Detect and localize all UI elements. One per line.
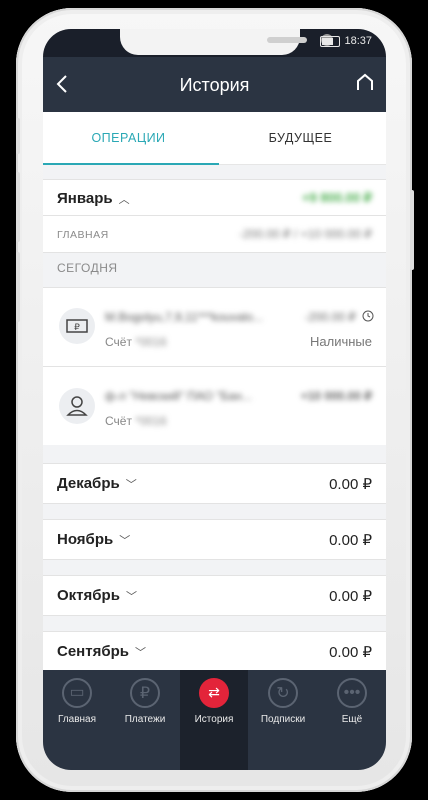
- page-title: История: [179, 75, 250, 95]
- nav-label: История: [194, 714, 234, 725]
- status-time: 18:37: [344, 35, 372, 47]
- tab-bar: ОПЕРАЦИИ БУДУЩЕЕ: [43, 112, 386, 165]
- transaction-account: Счёт *0016: [105, 414, 167, 428]
- volume-button: [16, 172, 20, 242]
- nav-subscriptions[interactable]: ↻ Подписки: [249, 670, 317, 770]
- home-button[interactable]: [356, 73, 374, 91]
- tab-future[interactable]: БУДУЩЕЕ: [215, 112, 386, 164]
- month-amount: 0.00 ₽: [329, 476, 372, 493]
- nav-history[interactable]: ⇄ История: [180, 670, 248, 770]
- clock-icon: [362, 310, 374, 322]
- month-amount: 0.00 ₽: [329, 588, 372, 605]
- section-today: СЕГОДНЯ: [43, 252, 386, 287]
- nav-label: Платежи: [124, 714, 166, 725]
- nav-payments[interactable]: ₽ Платежи: [111, 670, 179, 770]
- status-bar: 18:37: [43, 29, 386, 57]
- status-indicators: 18:37: [320, 35, 372, 47]
- power-button: [410, 190, 414, 270]
- month-total: +9 800.00 ₽: [301, 190, 372, 205]
- transaction-row[interactable]: ₽ M.Bogolyu,7,9,11***kouvalo... Счёт *00…: [43, 287, 386, 366]
- transaction-category: Наличные: [310, 334, 372, 349]
- month-amount: 0.00 ₽: [329, 532, 372, 549]
- screen: 18:37 История ОПЕРАЦИИ БУДУЩЕЕ Январь ︿ +…: [43, 29, 386, 770]
- transaction-amount: +10 000.00 ₽: [300, 389, 372, 403]
- person-icon: [59, 388, 95, 424]
- month-row-october[interactable]: Октябрь ﹀ 0.00 ₽: [43, 575, 386, 616]
- svg-text:₽: ₽: [74, 323, 80, 333]
- month-name: Сентябрь ﹀: [57, 643, 146, 660]
- header: История: [43, 57, 386, 112]
- transaction-title: ф-л "Невский" ПАО "Бан...: [105, 389, 252, 403]
- nav-label: Главная: [57, 714, 97, 725]
- account-label: ГЛАВНАЯ: [57, 229, 109, 241]
- notch: [120, 29, 333, 55]
- month-name: Декабрь ﹀: [57, 475, 137, 492]
- month-row-january[interactable]: Январь ︿ +9 800.00 ₽: [43, 179, 386, 215]
- ruble-icon: ₽: [130, 678, 160, 708]
- transaction-account: Счёт *0016: [105, 335, 167, 349]
- account-sum: -200.00 ₽ / +10 000.00 ₽: [238, 227, 372, 241]
- more-dots-icon: •••: [337, 678, 367, 708]
- month-name: Ноябрь ﹀: [57, 531, 131, 548]
- chevron-down-icon: ﹀: [134, 647, 146, 659]
- transaction-title: M.Bogolyu,7,9,11***kouvalo...: [105, 310, 263, 324]
- volume-button: [16, 252, 20, 322]
- nav-label: Ещё: [341, 714, 363, 725]
- home-icon: [357, 73, 373, 90]
- account-summary-row: ГЛАВНАЯ -200.00 ₽ / +10 000.00 ₽: [43, 215, 386, 252]
- chevron-down-icon: ﹀: [125, 591, 137, 603]
- refresh-icon: ↻: [268, 678, 298, 708]
- battery-icon: [320, 35, 341, 47]
- history-list: Январь ︿ +9 800.00 ₽ ГЛАВНАЯ -200.00 ₽ / …: [43, 165, 386, 670]
- volume-button: [16, 118, 20, 154]
- section-label: СЕГОДНЯ: [57, 261, 118, 275]
- month-amount: 0.00 ₽: [329, 644, 372, 661]
- chevron-down-icon: ﹀: [119, 535, 131, 547]
- nav-label: Подписки: [260, 714, 306, 725]
- tab-operations[interactable]: ОПЕРАЦИИ: [43, 112, 214, 164]
- month-name: Январь ︿: [57, 190, 130, 207]
- month-row-september[interactable]: Сентябрь ﹀ 0.00 ₽: [43, 631, 386, 670]
- cash-icon: ₽: [59, 308, 95, 344]
- transaction-row[interactable]: ф-л "Невский" ПАО "Бан... Счёт *0016 +10…: [43, 366, 386, 445]
- nav-more[interactable]: ••• Ещё: [318, 670, 386, 770]
- chevron-up-icon: ︿: [118, 194, 130, 206]
- transaction-amount: -200.00 ₽: [304, 310, 356, 324]
- speaker: [267, 37, 307, 43]
- history-arrows-icon: ⇄: [199, 678, 229, 708]
- card-icon: ▭: [62, 678, 92, 708]
- month-name: Октябрь ﹀: [57, 587, 137, 604]
- bottom-nav: ▭ Главная ₽ Платежи ⇄ История ↻ Подписки…: [43, 670, 386, 770]
- month-row-november[interactable]: Ноябрь ﹀ 0.00 ₽: [43, 519, 386, 560]
- nav-main[interactable]: ▭ Главная: [43, 670, 111, 770]
- chevron-down-icon: ﹀: [125, 479, 137, 491]
- month-row-december[interactable]: Декабрь ﹀ 0.00 ₽: [43, 463, 386, 504]
